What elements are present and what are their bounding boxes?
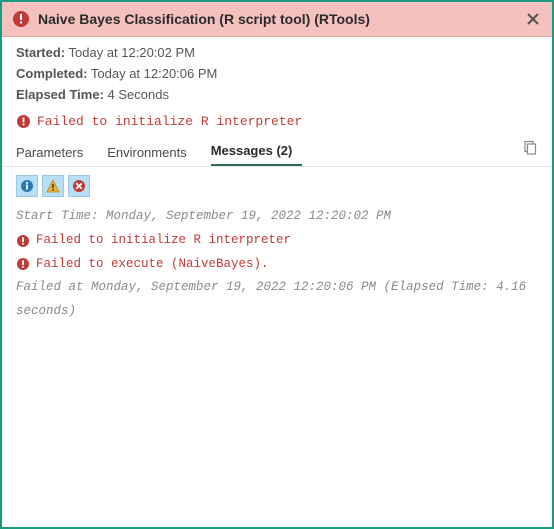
error-icon (16, 257, 30, 271)
elapsed-value: 4 Seconds (108, 87, 169, 102)
filter-info-button[interactable] (16, 175, 38, 197)
close-button[interactable] (524, 10, 542, 28)
error-icon (16, 234, 30, 248)
dialog-header: Naive Bayes Classification (R script too… (2, 2, 552, 37)
copy-button[interactable] (522, 140, 538, 156)
started-row: Started: Today at 12:20:02 PM (16, 45, 538, 60)
error-icon (12, 10, 30, 28)
filter-error-button[interactable] (68, 175, 90, 197)
filter-warning-button[interactable] (42, 175, 64, 197)
tab-parameters[interactable]: Parameters (16, 139, 93, 166)
summary-error-text: Failed to initialize R interpreter (37, 114, 302, 129)
log-start-time: Start Time: Monday, September 19, 2022 1… (16, 205, 538, 229)
started-label: Started: (16, 45, 65, 60)
completed-value: Today at 12:20:06 PM (91, 66, 217, 81)
run-metadata: Started: Today at 12:20:02 PM Completed:… (2, 37, 552, 112)
error-icon (16, 114, 31, 129)
started-value: Today at 12:20:02 PM (69, 45, 195, 60)
copy-icon (522, 140, 538, 156)
warning-icon (46, 179, 60, 193)
summary-error: Failed to initialize R interpreter (2, 112, 552, 137)
message-log: Start Time: Monday, September 19, 2022 1… (2, 201, 552, 334)
elapsed-label: Elapsed Time: (16, 87, 104, 102)
log-error-2-text: Failed to execute (NaiveBayes). (36, 253, 269, 277)
completed-row: Completed: Today at 12:20:06 PM (16, 66, 538, 81)
log-error-1-text: Failed to initialize R interpreter (36, 229, 291, 253)
info-icon (20, 179, 34, 193)
dialog-title: Naive Bayes Classification (R script too… (38, 11, 524, 27)
elapsed-row: Elapsed Time: 4 Seconds (16, 87, 538, 102)
message-filters (2, 167, 552, 201)
tab-environments[interactable]: Environments (107, 139, 196, 166)
tab-messages[interactable]: Messages (2) (211, 137, 303, 166)
error-filter-icon (72, 179, 86, 193)
completed-label: Completed: (16, 66, 88, 81)
log-error-1: Failed to initialize R interpreter (16, 229, 538, 253)
close-icon (526, 12, 540, 26)
log-error-2: Failed to execute (NaiveBayes). (16, 253, 538, 277)
log-end-time: Failed at Monday, September 19, 2022 12:… (16, 276, 538, 324)
tab-bar: Parameters Environments Messages (2) (2, 137, 552, 167)
